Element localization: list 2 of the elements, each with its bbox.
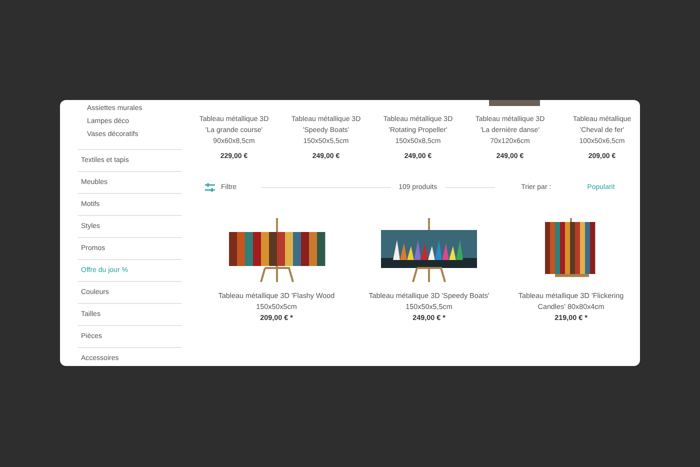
photo-placeholder xyxy=(489,100,540,106)
filter-icon xyxy=(205,183,215,192)
